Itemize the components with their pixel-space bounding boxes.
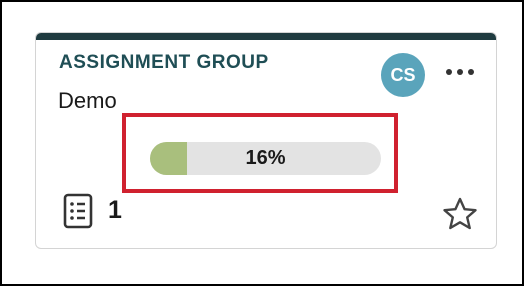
highlight-annotation-box [122,113,398,193]
card-title[interactable]: Demo [58,88,117,114]
star-outline-icon[interactable] [442,196,478,230]
document-list-icon [63,193,93,229]
avatar[interactable]: CS [381,53,425,97]
screenshot-frame: ASSIGNMENT GROUP Demo CS 16% 1 [0,0,524,286]
more-horizontal-icon [446,69,474,75]
more-options-button[interactable] [440,59,480,85]
card-top-bar [36,33,496,40]
card-type-label: ASSIGNMENT GROUP [59,52,269,73]
item-count: 1 [108,196,122,224]
